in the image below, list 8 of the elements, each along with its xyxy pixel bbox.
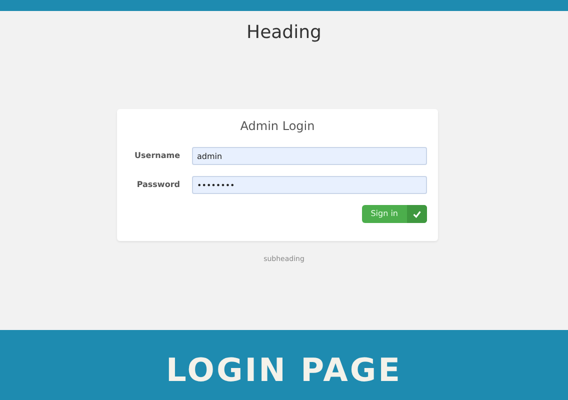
input-field[interactable]: admin	[192, 147, 427, 165]
page-heading: Heading	[246, 21, 322, 45]
field-label: Password	[136, 179, 180, 191]
check-icon	[413, 210, 421, 218]
banner-title: LOGIN PAGE	[166, 350, 402, 390]
card-title: Admin Login	[239, 118, 316, 135]
field-label: Username	[134, 150, 180, 162]
input-field[interactable]: ••••••••	[192, 176, 427, 194]
